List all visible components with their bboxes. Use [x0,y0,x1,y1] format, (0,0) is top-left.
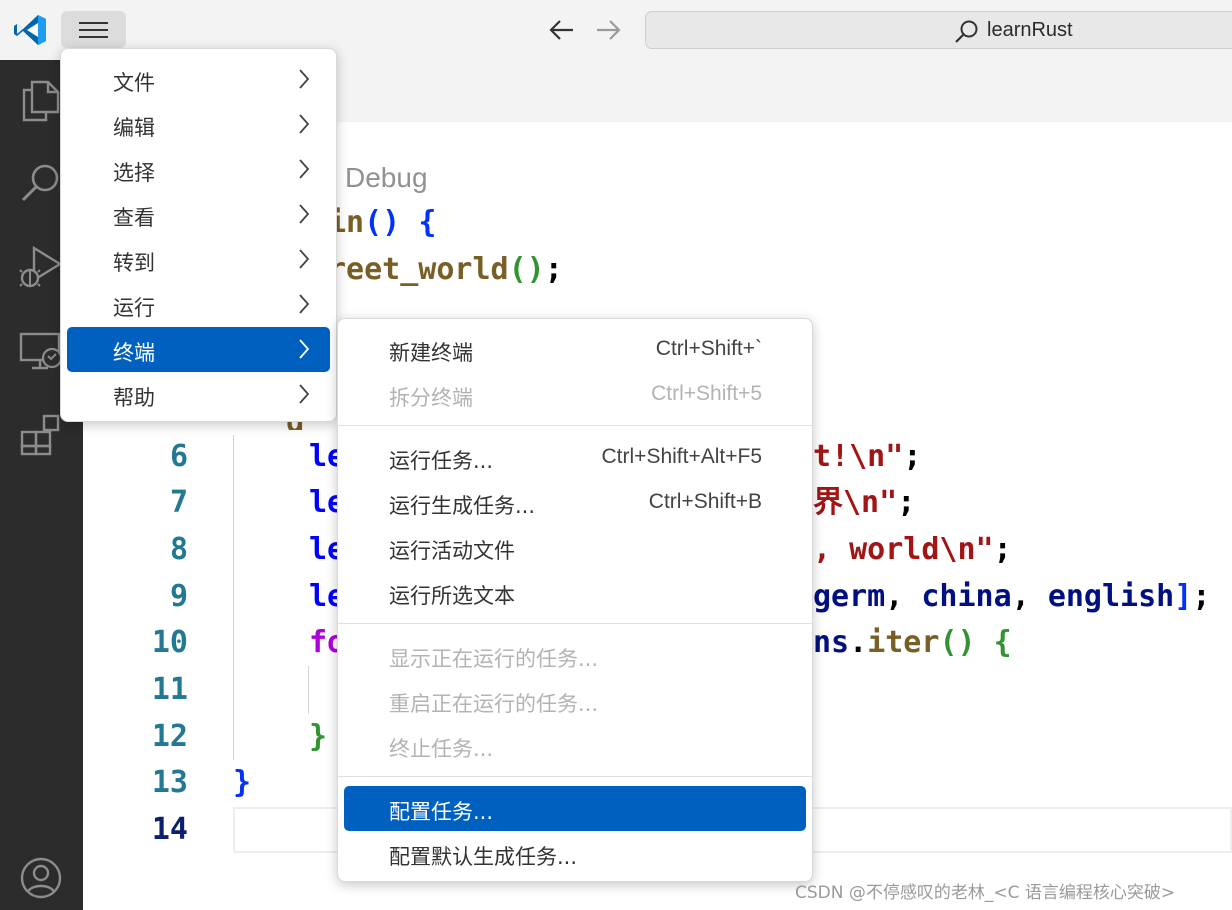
chevron-right-icon [299,249,310,269]
indent-guide [233,435,234,760]
code-line: t!\n"; [813,439,922,474]
line-number: 10 [151,625,188,660]
arrow-right-icon[interactable] [594,17,622,43]
menu-separator [338,425,812,426]
run-and-debug-icon[interactable] [18,242,64,292]
indent-guide [308,666,309,714]
account-icon[interactable] [18,855,64,901]
menu-item-edit[interactable]: 编辑 [67,102,330,147]
command-center-search[interactable]: learnRust [645,11,1232,49]
chevron-right-icon [299,294,310,314]
menu-separator [338,623,812,624]
menu-item-go[interactable]: 转到 [67,237,330,282]
menu-item-configure-default-build-task[interactable]: 配置默认生成任务... [344,831,806,876]
codelens-debug[interactable]: Debug [345,162,428,194]
vscode-logo-icon[interactable] [12,12,48,48]
arrow-left-icon[interactable] [548,17,576,43]
application-menu: 文件 编辑 选择 查看 转到 运行 终端 帮助 [60,48,337,422]
code-line: } [309,719,328,754]
code-line: 界\n"; [813,485,916,520]
menu-item-new-terminal[interactable]: 新建终端 Ctrl+Shift+` [344,327,806,372]
menu-separator [338,776,812,777]
menu-item-terminate-task: 终止任务... [389,737,494,761]
chevron-right-icon [299,69,310,89]
menu-item-run[interactable]: 运行 [67,282,330,327]
line-number: 9 [169,579,188,614]
code-line: , world\n"; [813,532,1012,567]
code-line: ns.iter() { [813,625,1012,660]
line-number: 11 [151,672,188,707]
line-number: 6 [169,439,188,474]
line-number: 8 [169,532,188,567]
application-menu-button[interactable] [61,11,126,48]
menu-item-run-build-task[interactable]: 运行生成任务... Ctrl+Shift+B [344,480,806,525]
menu-item-help[interactable]: 帮助 [67,372,330,417]
workspace-name: learnRust [987,19,1073,41]
code-line: in() { [328,205,437,240]
chevron-right-icon [299,384,310,404]
search-icon [955,20,978,43]
menu-item-show-running-tasks: 显示正在运行的任务... [389,647,599,671]
extensions-icon[interactable] [18,412,64,458]
menu-item-selection[interactable]: 选择 [67,147,330,192]
menu-item-split-terminal: 拆分终端 Ctrl+Shift+5 [389,382,762,410]
line-number: 13 [151,765,188,800]
watermark: CSDN @不停感叹的老林_<C 语言编程核心突破> [795,883,1176,903]
chevron-right-icon [299,204,310,224]
menu-item-view[interactable]: 查看 [67,192,330,237]
search-icon[interactable] [18,160,64,206]
chevron-right-icon [299,339,310,359]
explorer-icon[interactable] [18,78,64,124]
menu-item-configure-tasks[interactable]: 配置任务... [344,786,806,831]
code-line: germ, china, english]; [813,579,1211,614]
line-number-current: 14 [151,812,188,847]
line-number: 7 [169,485,188,520]
remote-explorer-icon[interactable] [18,328,64,374]
line-number: 12 [151,719,188,754]
code-line: } [233,765,252,800]
code-line: reet_world(); [328,252,563,287]
menu-item-terminal[interactable]: 终端 [67,327,330,372]
menu-item-run-active-file[interactable]: 运行活动文件 [344,525,806,570]
menu-item-file[interactable]: 文件 [67,57,330,102]
terminal-submenu: 新建终端 Ctrl+Shift+` 拆分终端 Ctrl+Shift+5 运行任务… [337,318,813,882]
menu-item-run-selected-text[interactable]: 运行所选文本 [344,570,806,615]
chevron-right-icon [299,114,310,134]
chevron-right-icon [299,159,310,179]
hamburger-icon [79,22,108,38]
menu-item-run-task[interactable]: 运行任务... Ctrl+Shift+Alt+F5 [344,435,806,480]
menu-item-restart-running-task: 重启正在运行的任务... [389,692,599,716]
